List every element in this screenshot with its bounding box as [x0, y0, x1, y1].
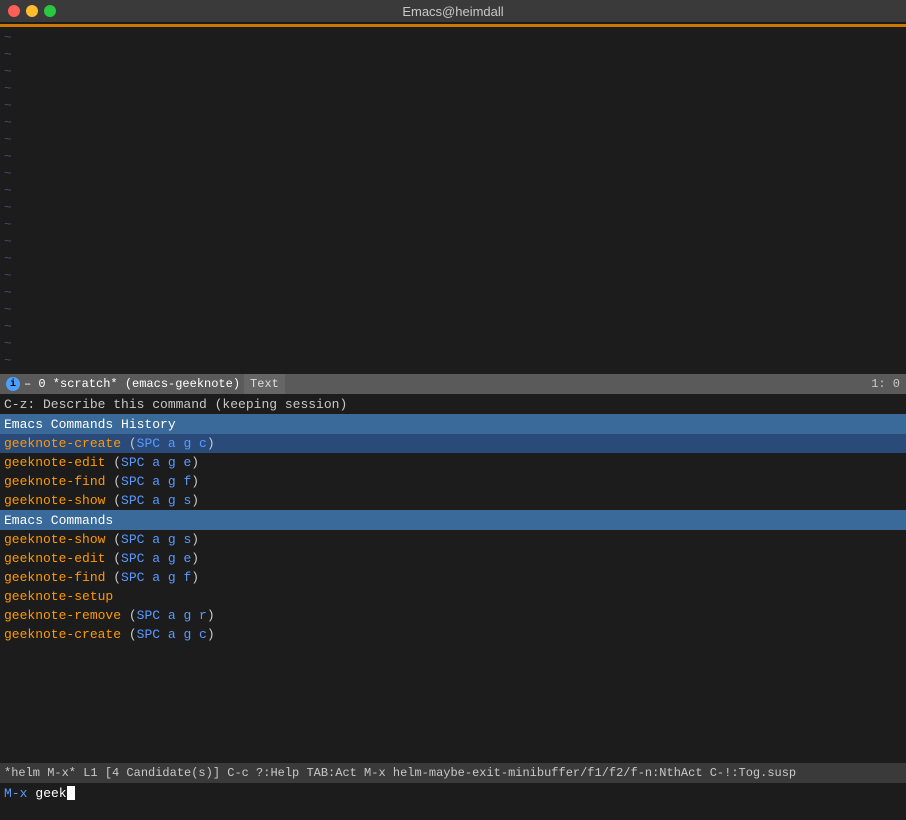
buffer-name: – 0 *scratch* (emacs-geeknote)	[24, 377, 240, 391]
mode-line: i – 0 *scratch* (emacs-geeknote) Text 1:…	[0, 374, 906, 394]
helm-candidate-geeknote-find-history[interactable]: geeknote-find (SPC a g f)	[0, 472, 906, 491]
maximize-button[interactable]	[44, 5, 56, 17]
top-indicator-line	[0, 24, 906, 27]
tilde-line: ~	[0, 284, 906, 301]
info-icon: i	[6, 377, 20, 391]
minibuffer[interactable]: M-x geek	[0, 783, 906, 803]
tilde-line: ~	[0, 80, 906, 97]
minibuffer-prompt: M-x	[4, 786, 27, 801]
close-button[interactable]	[8, 5, 20, 17]
titlebar: Emacs@heimdall	[0, 0, 906, 22]
tilde-line: ~	[0, 216, 906, 233]
tilde-line: ~	[0, 148, 906, 165]
helm-commands-header: Emacs Commands	[0, 510, 906, 530]
helm-history-header: Emacs Commands History	[0, 414, 906, 434]
window-controls[interactable]	[8, 5, 56, 17]
helm-candidate-geeknote-create[interactable]: geeknote-create (SPC a g c)	[0, 625, 906, 644]
helm-candidate-geeknote-setup[interactable]: geeknote-setup	[0, 587, 906, 606]
tilde-line: ~	[0, 301, 906, 318]
helm-candidate-geeknote-edit[interactable]: geeknote-edit (SPC a g e)	[0, 549, 906, 568]
helm-candidate-geeknote-edit-history[interactable]: geeknote-edit (SPC a g e)	[0, 453, 906, 472]
cursor-position: 1: 0	[871, 377, 900, 391]
tilde-line: ~	[0, 182, 906, 199]
helm-candidate-geeknote-show[interactable]: geeknote-show (SPC a g s)	[0, 530, 906, 549]
helm-status-bar: *helm M-x* L1 [4 Candidate(s)] C-c ?:Hel…	[0, 763, 906, 783]
helm-candidate-geeknote-show-history[interactable]: geeknote-show (SPC a g s)	[0, 491, 906, 510]
tilde-line: ~	[0, 63, 906, 80]
window-title: Emacs@heimdall	[402, 4, 503, 19]
helm-candidate-geeknote-find[interactable]: geeknote-find (SPC a g f)	[0, 568, 906, 587]
tilde-line: ~	[0, 233, 906, 250]
helm-completion-area[interactable]: Emacs Commands History geeknote-create (…	[0, 414, 906, 644]
minibuffer-input-text: geek	[35, 786, 66, 801]
tilde-line: ~	[0, 165, 906, 182]
tilde-line: ~	[0, 97, 906, 114]
tilde-line: ~	[0, 46, 906, 63]
helm-status-text: *helm M-x* L1 [4 Candidate(s)] C-c ?:Hel…	[4, 766, 796, 780]
tilde-line: ~	[0, 318, 906, 335]
tilde-line: ~	[0, 199, 906, 216]
tilde-line: ~	[0, 114, 906, 131]
tilde-line: ~	[0, 335, 906, 352]
tilde-line: ~	[0, 131, 906, 148]
minimize-button[interactable]	[26, 5, 38, 17]
editor-area: ~ ~ ~ ~ ~ ~ ~ ~ ~ ~ ~ ~ ~ ~ ~ ~ ~ ~ ~ ~	[0, 22, 906, 374]
tilde-line: ~	[0, 250, 906, 267]
echo-area: C-z: Describe this command (keeping sess…	[0, 394, 906, 414]
minibuffer-cursor	[67, 786, 75, 800]
tilde-line: ~	[0, 267, 906, 284]
helm-candidate-geeknote-create-history[interactable]: geeknote-create (SPC a g c)	[0, 434, 906, 453]
echo-text: C-z: Describe this command (keeping sess…	[4, 397, 347, 412]
tilde-line: ~	[0, 352, 906, 369]
major-mode-badge: Text	[244, 374, 285, 394]
tilde-line: ~	[0, 29, 906, 46]
helm-candidate-geeknote-remove[interactable]: geeknote-remove (SPC a g r)	[0, 606, 906, 625]
